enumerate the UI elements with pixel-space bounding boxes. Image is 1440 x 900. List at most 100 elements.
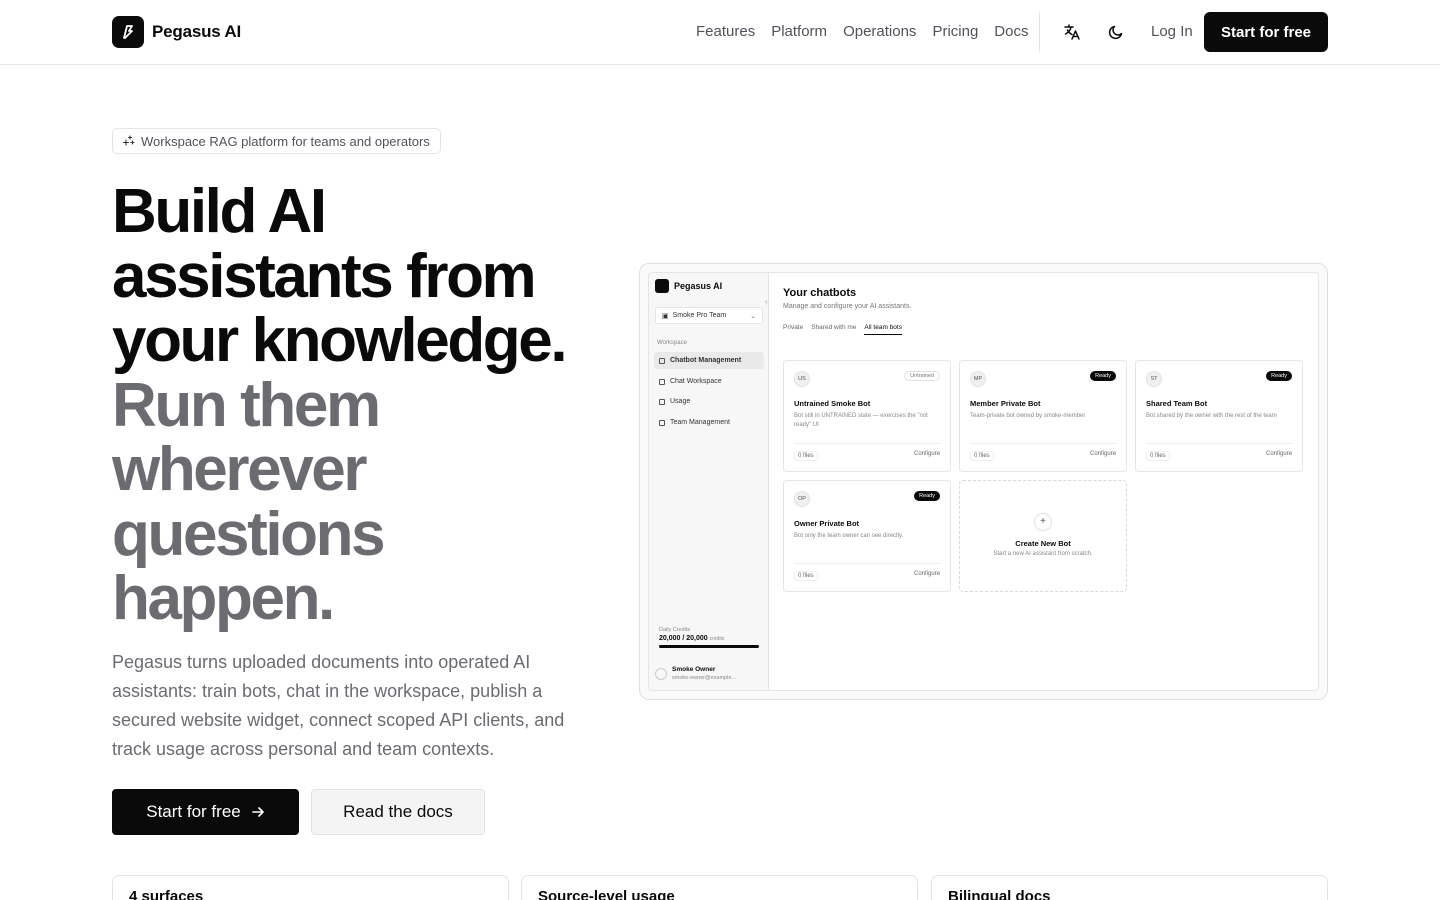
stat-card-title: Source-level usage [538,888,675,900]
preview-user-name-text: Smoke Owner [672,666,716,673]
nav-pricing[interactable]: Pricing [932,22,978,42]
bot-description: Team-private bot owned by smoke-member [970,413,1086,419]
preview-main: Your chatbots Manage and configure your … [783,287,1308,335]
preview-nav-label: Chat Workspace [670,378,722,385]
preview-bot-card: MP Ready Member Private Bot Team-private… [959,360,1127,472]
site-header: Pegasus AI Features Platform Operations … [0,0,1440,65]
login-link[interactable]: Log In [1151,22,1193,42]
status-badge: Ready [914,491,940,501]
moon-icon [1108,25,1123,40]
arrow-right-icon [251,807,264,817]
stat-card-title: Bilingual docs [948,888,1051,900]
bot-name: Untrained Smoke Bot [794,399,871,408]
headline-line-muted: questions [112,499,386,569]
preview-bot-card: US Untrained Untrained Smoke Bot Bot sti… [783,360,951,472]
start-free-hero-button[interactable]: Start for free [112,789,299,835]
bot-files: 0 files [1146,451,1170,461]
brand-name: Pegasus AI [152,22,242,41]
message-icon [659,378,665,385]
read-docs-button[interactable]: Read the docs [311,789,485,835]
sparkles-icon [123,135,135,146]
headline-line: your knowledge. [112,306,568,375]
status-badge: Ready [1090,371,1116,381]
start-free-label: Start for free [146,802,241,821]
bot-description: Bot still in UNTRAINED state — exercises… [794,413,928,428]
bot-footer: 0 files Configure [794,443,940,461]
preview-sidebar: Pegasus AI ▣ Smoke Pro Team ⌄ Workspace … [649,273,769,690]
hero-description: Pegasus turns uploaded documents into op… [112,652,565,759]
preview-credits: Daily Credits 20,000 / 20,000 credits [659,627,759,648]
preview-credits-label: Daily Credits [659,627,691,633]
plus-icon: + [1034,513,1052,531]
language-toggle-button[interactable] [1056,16,1088,48]
stat-card: Bilingual docs [931,875,1328,900]
preview-tab: Private [783,324,804,331]
avatar [655,668,667,680]
chevron-left-icon: ‹ [765,297,768,306]
chevron-down-icon: ⌄ [750,312,756,320]
preview-nav-item: Chat Workspace [654,373,764,390]
nav-features[interactable]: Features [696,22,755,42]
preview-credits-value: 20,000 / 20,000 credits [659,635,759,642]
chart-icon [659,398,665,405]
preview-subtitle: Manage and configure your AI assistants. [783,303,912,310]
preview-brand-name: Pegasus AI [674,281,723,291]
preview-tab: Shared with me [811,324,857,331]
bot-files: 0 files [970,451,994,461]
bot-footer: 0 files Configure [794,563,940,581]
nav-operations[interactable]: Operations [843,22,916,42]
bot-name: Owner Private Bot [794,519,860,528]
status-badge: Untrained [904,371,940,381]
stat-card: Source-level usage [521,875,918,900]
hero-badge: Workspace RAG platform for teams and ope… [112,128,441,154]
preview-bot-card: OP Ready Owner Private Bot Bot only the … [783,480,951,592]
bot-name: Shared Team Bot [1146,399,1208,408]
bot-name: Member Private Bot [970,399,1041,408]
building-icon: ▣ [662,312,669,320]
preview-credits-unit: credits [709,636,725,642]
preview-user-name: Smoke Owner smoke-owner@example... [672,666,736,682]
hero-badge-text: Workspace RAG platform for teams and ope… [141,133,430,149]
headline-line: Build AI [112,177,327,246]
bot-avatar: MP [970,371,986,387]
create-bot-description: Start a new AI assistant from scratch. [993,551,1093,557]
headline-line: assistants from [112,241,537,311]
stat-card-title: 4 surfaces [129,888,204,900]
stat-card: 4 surfaces [112,875,509,900]
bot-description: Bot only the team owner can see directly… [794,533,904,539]
preview-nav-label: Chatbot Management [670,357,742,364]
preview-user: Smoke Owner smoke-owner@example... [655,663,763,685]
preview-create-bot-card: + Create New Bot Start a new AI assistan… [959,480,1127,592]
hero-headline: Build AI assistants from your knowledge.… [112,177,612,633]
headline-line-muted: wherever [112,435,367,504]
bot-footer: 0 files Configure [970,443,1116,461]
brand-logo[interactable]: Pegasus AI [112,16,241,48]
bot-files: 0 files [794,571,818,581]
product-preview: Pegasus AI ▣ Smoke Pro Team ⌄ Workspace … [639,263,1328,700]
headline-line-muted: happen. [112,564,335,633]
preview-brand: Pegasus AI [655,279,722,293]
start-free-header-button[interactable]: Start for free [1204,12,1328,52]
preview-team-name: Smoke Pro Team [672,312,727,319]
bot-description: Bot shared by the owner with the rest of… [1146,413,1277,419]
nav-platform[interactable]: Platform [771,22,827,42]
preview-credits-amount: 20,000 / 20,000 [659,635,708,642]
headline-line-muted: Run them [112,370,381,440]
preview-title: Your chatbots [783,287,857,299]
translate-icon [1064,24,1080,40]
status-badge: Ready [1266,371,1292,381]
preview-screen: Pegasus AI ▣ Smoke Pro Team ⌄ Workspace … [648,272,1319,691]
preview-tabs: Private Shared with me All team bots [783,324,1308,335]
nav-docs[interactable]: Docs [994,22,1028,42]
bot-footer: 0 files Configure [1146,443,1292,461]
building-icon [659,419,665,426]
preview-nav-item: Chatbot Management [654,352,764,369]
bot-avatar: US [794,371,810,387]
pegasus-logo-icon [112,16,144,48]
grid-icon [659,357,665,364]
bot-avatar: OP [794,491,810,507]
bot-configure: Configure [913,571,940,577]
theme-toggle-button[interactable] [1100,16,1132,48]
bot-avatar: ST [1146,371,1162,387]
main-nav: Features Platform Operations Pricing Doc… [696,22,1028,42]
